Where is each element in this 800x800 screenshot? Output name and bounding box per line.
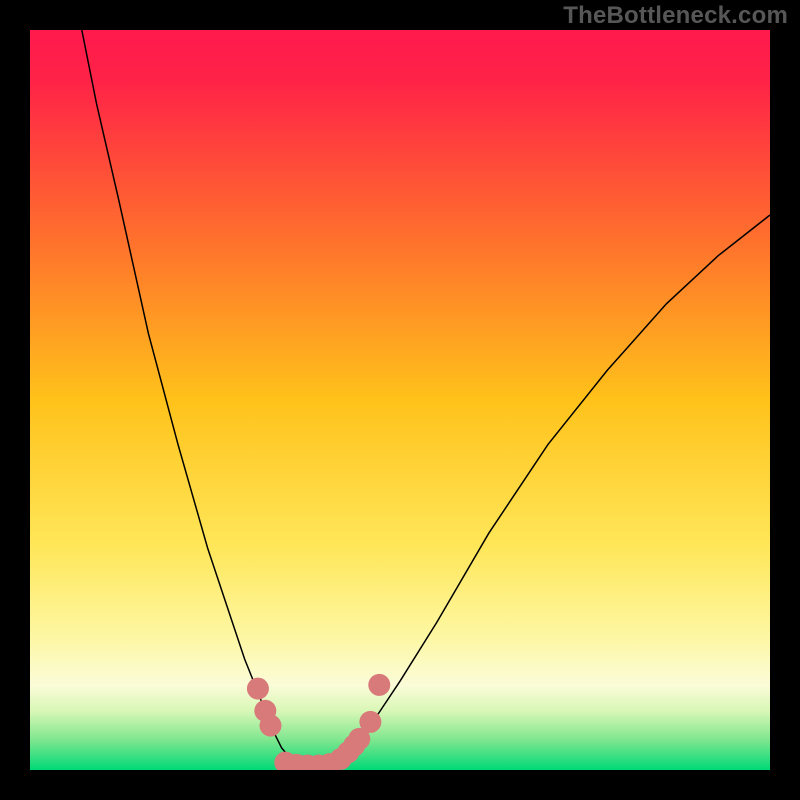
- marker-dot: [260, 715, 282, 737]
- watermark-label: TheBottleneck.com: [563, 2, 788, 30]
- marker-dot: [359, 711, 381, 733]
- chart-frame: TheBottleneck.com: [0, 0, 800, 800]
- plot-area: [30, 30, 770, 770]
- chart-svg: [30, 30, 770, 770]
- chart-background: [30, 30, 770, 770]
- marker-dot: [247, 678, 269, 700]
- marker-dot: [368, 674, 390, 696]
